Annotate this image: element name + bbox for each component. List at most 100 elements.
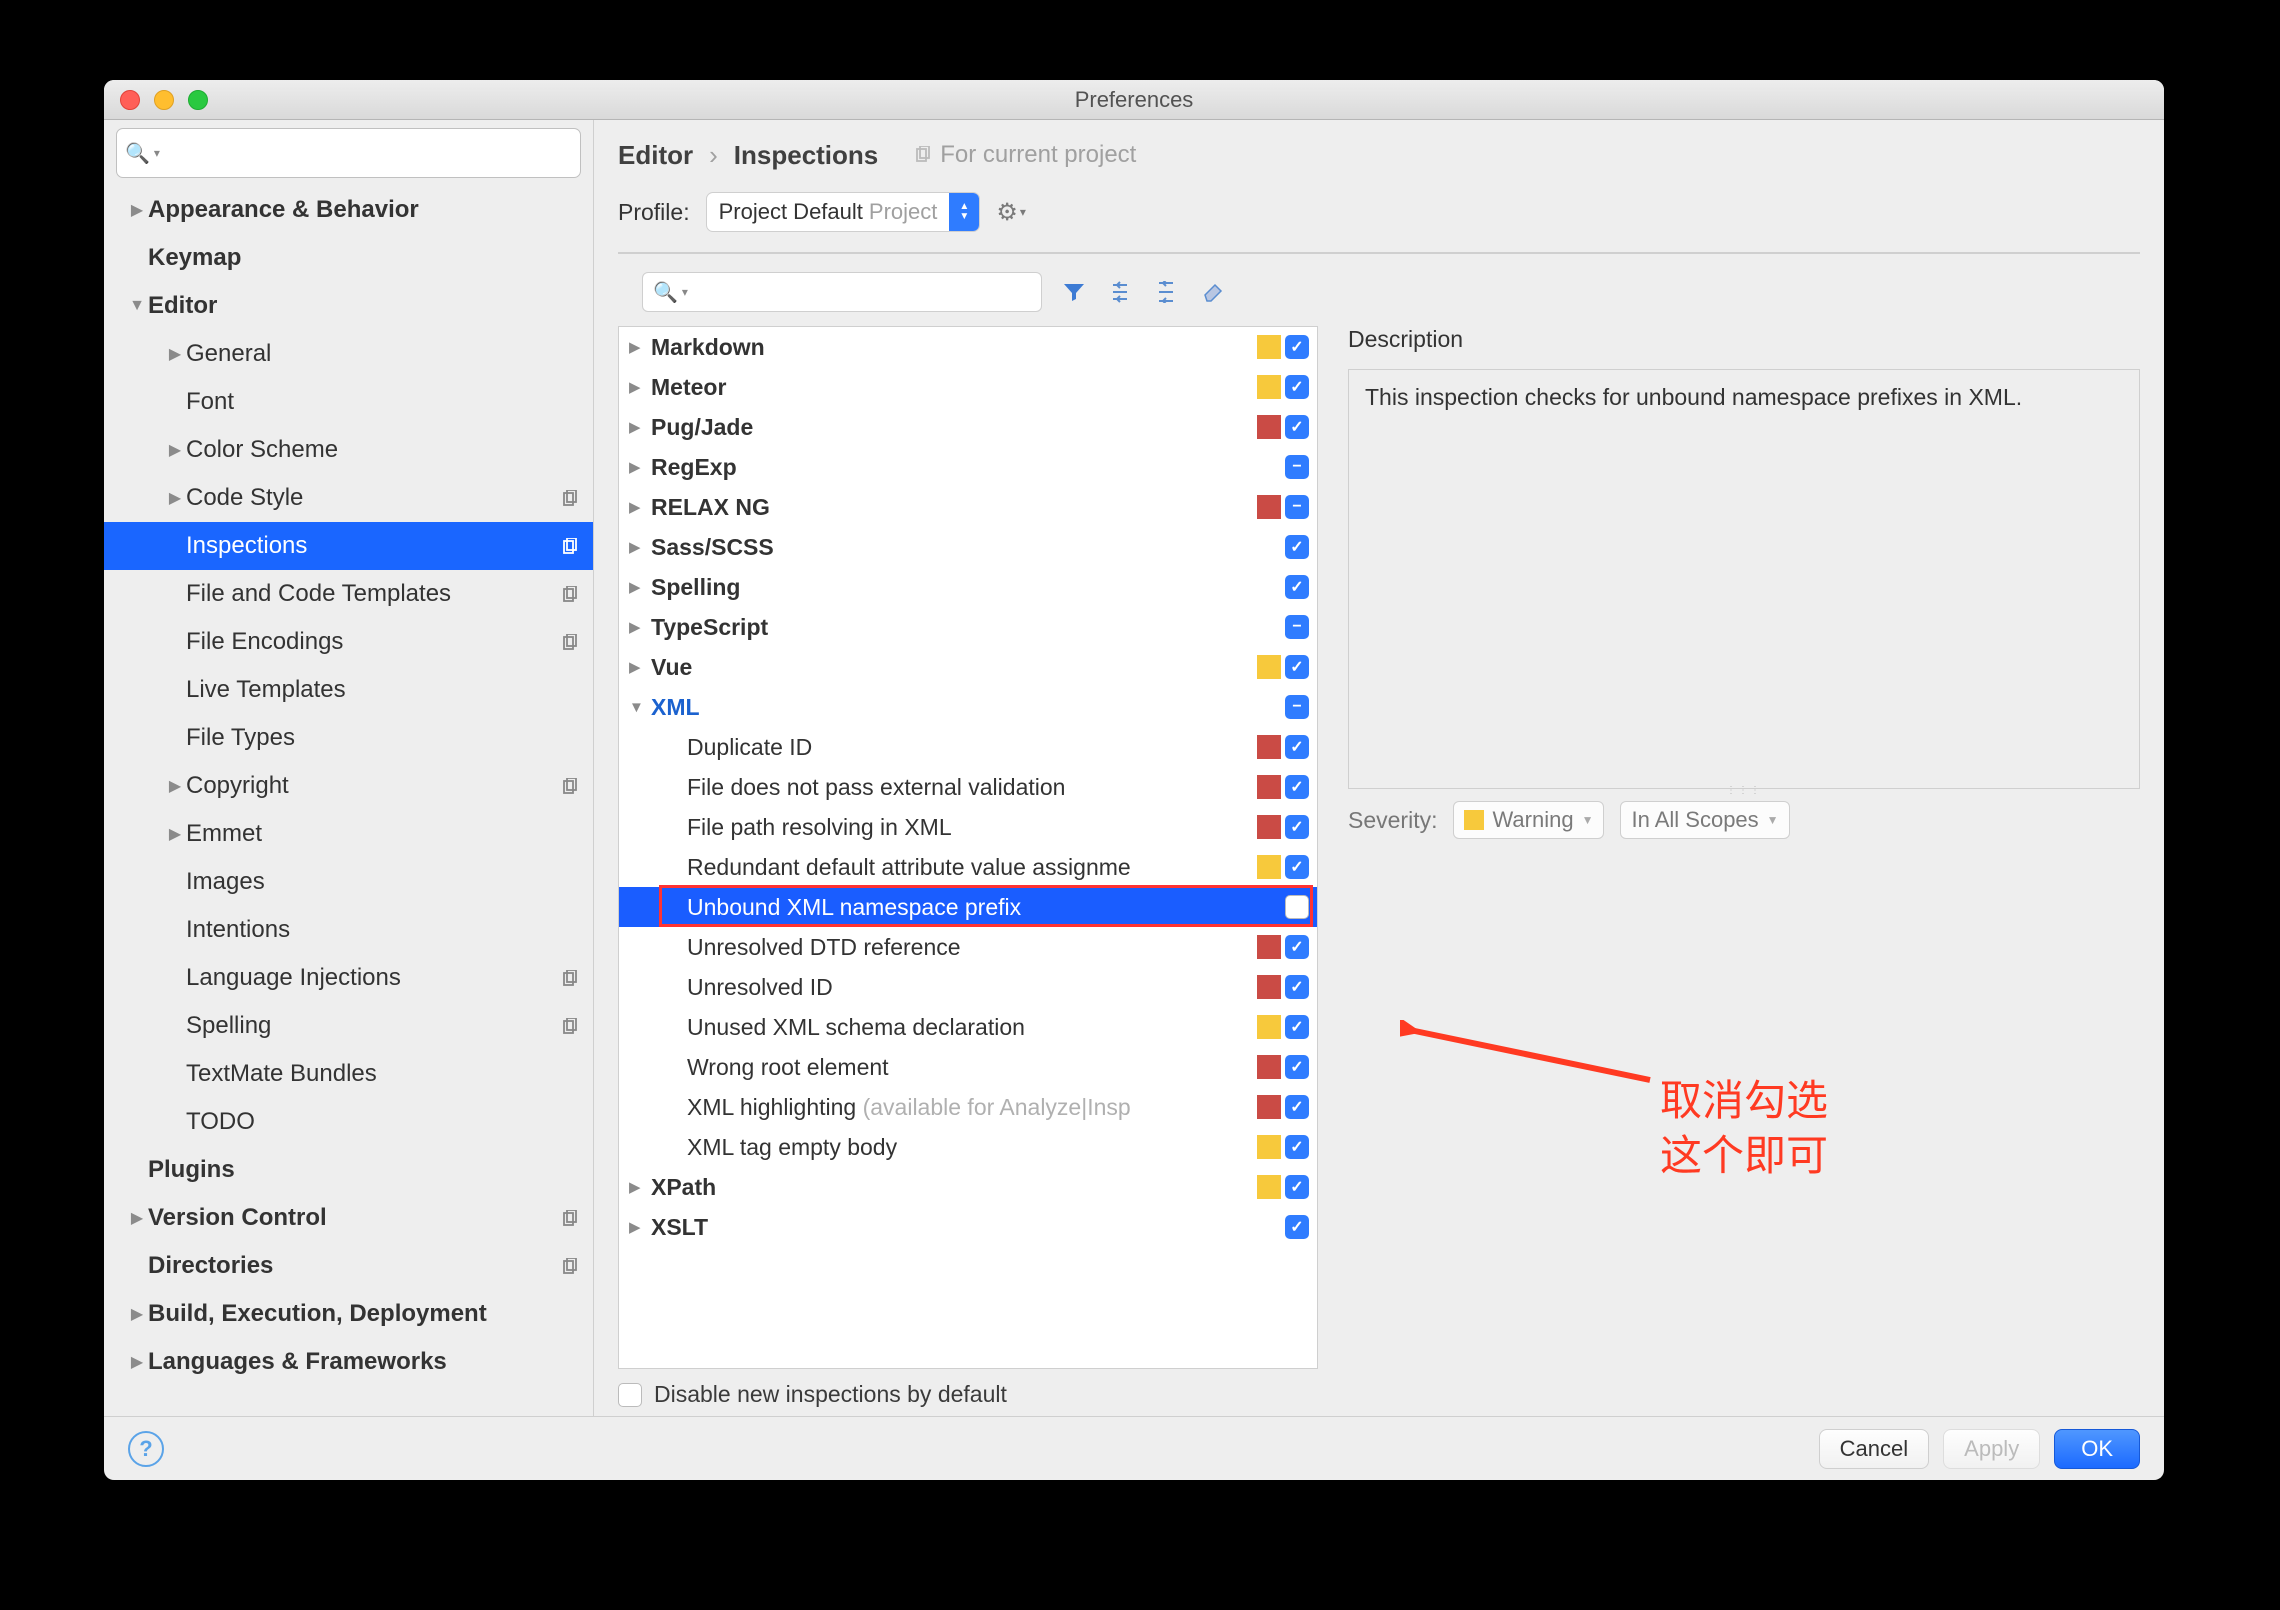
inspection-checkbox[interactable] xyxy=(1285,895,1309,919)
sidebar-item-language-injections[interactable]: Language Injections xyxy=(104,954,593,1002)
cancel-button[interactable]: Cancel xyxy=(1819,1429,1929,1469)
inspection-checkbox[interactable]: ✓ xyxy=(1285,575,1309,599)
inspection-row[interactable]: ▶TypeScript− xyxy=(619,607,1317,647)
inspection-checkbox[interactable]: ✓ xyxy=(1285,1175,1309,1199)
gear-icon[interactable]: ⚙▾ xyxy=(996,198,1026,227)
apply-button[interactable]: Apply xyxy=(1943,1429,2040,1469)
inspection-row[interactable]: ▶XSLT✓ xyxy=(619,1207,1317,1247)
inspection-row[interactable]: Unresolved ID✓ xyxy=(619,967,1317,1007)
inspection-row[interactable]: ▶Markdown✓ xyxy=(619,327,1317,367)
inspection-row[interactable]: Unresolved DTD reference✓ xyxy=(619,927,1317,967)
sidebar-item-general[interactable]: ▶General xyxy=(104,330,593,378)
inspection-row[interactable]: ▶RELAX NG− xyxy=(619,487,1317,527)
sidebar-item-color-scheme[interactable]: ▶Color Scheme xyxy=(104,426,593,474)
inspection-row[interactable]: ▶RegExp− xyxy=(619,447,1317,487)
inspection-checkbox[interactable]: ✓ xyxy=(1285,335,1309,359)
resize-handle-icon[interactable]: ⋮⋮⋮ xyxy=(1714,784,1774,792)
inspection-checkbox[interactable]: ✓ xyxy=(1285,735,1309,759)
sidebar-item-intentions[interactable]: Intentions xyxy=(104,906,593,954)
inspection-checkbox[interactable]: ✓ xyxy=(1285,1095,1309,1119)
inspection-row[interactable]: Redundant default attribute value assign… xyxy=(619,847,1317,887)
help-button[interactable]: ? xyxy=(128,1431,164,1467)
sidebar-tree[interactable]: ▶Appearance & BehaviorKeymap▼Editor▶Gene… xyxy=(104,186,593,1416)
sidebar-item-directories[interactable]: Directories xyxy=(104,1242,593,1290)
inspection-checkbox[interactable]: ✓ xyxy=(1285,655,1309,679)
yellow-severity-icon xyxy=(1257,1015,1281,1039)
inspection-checkbox[interactable]: − xyxy=(1285,455,1309,479)
updown-arrows-icon: ▲▼ xyxy=(949,193,979,231)
filter-icon[interactable] xyxy=(1060,278,1088,306)
inspection-row[interactable]: XML highlighting (available for Analyze|… xyxy=(619,1087,1317,1127)
chevron-right-icon: ▶ xyxy=(629,538,651,556)
sidebar-item-version-control[interactable]: ▶Version Control xyxy=(104,1194,593,1242)
inspection-checkbox[interactable]: ✓ xyxy=(1285,375,1309,399)
sidebar-item-spelling[interactable]: Spelling xyxy=(104,1002,593,1050)
chevron-right-icon: ▶ xyxy=(164,776,186,796)
sidebar-item-textmate-bundles[interactable]: TextMate Bundles xyxy=(104,1050,593,1098)
inspection-row[interactable]: Unused XML schema declaration✓ xyxy=(619,1007,1317,1047)
sidebar-item-copyright[interactable]: ▶Copyright xyxy=(104,762,593,810)
collapse-icon[interactable] xyxy=(1152,278,1180,306)
sidebar-item-keymap[interactable]: Keymap xyxy=(104,234,593,282)
project-scope-icon xyxy=(561,583,583,605)
inspection-row[interactable]: ▶Vue✓ xyxy=(619,647,1317,687)
disable-new-checkbox[interactable] xyxy=(618,1383,642,1407)
sidebar-item-code-style[interactable]: ▶Code Style xyxy=(104,474,593,522)
red-severity-icon xyxy=(1257,1095,1281,1119)
inspection-checkbox[interactable]: ✓ xyxy=(1285,535,1309,559)
sidebar-item-languages-frameworks[interactable]: ▶Languages & Frameworks xyxy=(104,1338,593,1386)
sidebar-item-inspections[interactable]: Inspections xyxy=(104,522,593,570)
inspection-row[interactable]: Unbound XML namespace prefix xyxy=(619,887,1317,927)
project-scope-icon xyxy=(561,1207,583,1229)
sidebar-item-font[interactable]: Font xyxy=(104,378,593,426)
sidebar-search-input[interactable]: 🔍 ▾ xyxy=(116,128,581,178)
inspection-checkbox[interactable]: ✓ xyxy=(1285,815,1309,839)
inspection-checkbox[interactable]: ✓ xyxy=(1285,415,1309,439)
inspection-row[interactable]: ▶Sass/SCSS✓ xyxy=(619,527,1317,567)
inspection-row[interactable]: ▶Meteor✓ xyxy=(619,367,1317,407)
inspection-checkbox[interactable]: ✓ xyxy=(1285,1015,1309,1039)
titlebar: Preferences xyxy=(104,80,2164,120)
inspection-tree[interactable]: ▶Markdown✓▶Meteor✓▶Pug/Jade✓▶RegExp−▶REL… xyxy=(619,327,1317,1368)
sidebar-item-editor[interactable]: ▼Editor xyxy=(104,282,593,330)
inspection-label: File path resolving in XML xyxy=(687,814,1257,841)
inspection-row[interactable]: File does not pass external validation✓ xyxy=(619,767,1317,807)
inspection-row[interactable]: Wrong root element✓ xyxy=(619,1047,1317,1087)
chevron-right-icon: ▶ xyxy=(629,578,651,596)
inspection-row[interactable]: ▶Spelling✓ xyxy=(619,567,1317,607)
sidebar-item-emmet[interactable]: ▶Emmet xyxy=(104,810,593,858)
inspection-row[interactable]: ▼XML− xyxy=(619,687,1317,727)
inspection-checkbox[interactable]: ✓ xyxy=(1285,935,1309,959)
sidebar-item-file-and-code-templates[interactable]: File and Code Templates xyxy=(104,570,593,618)
sidebar-item-live-templates[interactable]: Live Templates xyxy=(104,666,593,714)
sidebar-item-images[interactable]: Images xyxy=(104,858,593,906)
inspection-row[interactable]: XML tag empty body✓ xyxy=(619,1127,1317,1167)
inspection-checkbox[interactable]: ✓ xyxy=(1285,975,1309,999)
expand-icon[interactable] xyxy=(1106,278,1134,306)
ok-button[interactable]: OK xyxy=(2054,1429,2140,1469)
inspection-checkbox[interactable]: − xyxy=(1285,695,1309,719)
inspection-checkbox[interactable]: ✓ xyxy=(1285,855,1309,879)
severity-select[interactable]: Warning ▼ xyxy=(1453,801,1604,839)
sidebar-item-build-execution-deployment[interactable]: ▶Build, Execution, Deployment xyxy=(104,1290,593,1338)
inspection-checkbox[interactable]: ✓ xyxy=(1285,1055,1309,1079)
inspection-row[interactable]: ▶XPath✓ xyxy=(619,1167,1317,1207)
inspection-row[interactable]: File path resolving in XML ✓ xyxy=(619,807,1317,847)
inspection-checkbox[interactable]: ✓ xyxy=(1285,1215,1309,1239)
inspection-checkbox[interactable]: − xyxy=(1285,495,1309,519)
inspection-checkbox[interactable]: ✓ xyxy=(1285,1135,1309,1159)
sidebar-item-file-types[interactable]: File Types xyxy=(104,714,593,762)
sidebar-item-todo[interactable]: TODO xyxy=(104,1098,593,1146)
inspection-row[interactable]: ▶Pug/Jade✓ xyxy=(619,407,1317,447)
inspection-checkbox[interactable]: − xyxy=(1285,615,1309,639)
inspection-search-input[interactable]: 🔍 ▾ xyxy=(642,272,1042,312)
inspection-label: Duplicate ID xyxy=(687,734,1257,761)
sidebar-item-file-encodings[interactable]: File Encodings xyxy=(104,618,593,666)
sidebar-item-plugins[interactable]: Plugins xyxy=(104,1146,593,1194)
inspection-row[interactable]: Duplicate ID ✓ xyxy=(619,727,1317,767)
eraser-icon[interactable] xyxy=(1198,278,1226,306)
inspection-checkbox[interactable]: ✓ xyxy=(1285,775,1309,799)
sidebar-item-appearance-behavior[interactable]: ▶Appearance & Behavior xyxy=(104,186,593,234)
scope-select[interactable]: In All Scopes ▼ xyxy=(1620,801,1789,839)
profile-select[interactable]: Project DefaultProject ▲▼ xyxy=(706,192,981,232)
